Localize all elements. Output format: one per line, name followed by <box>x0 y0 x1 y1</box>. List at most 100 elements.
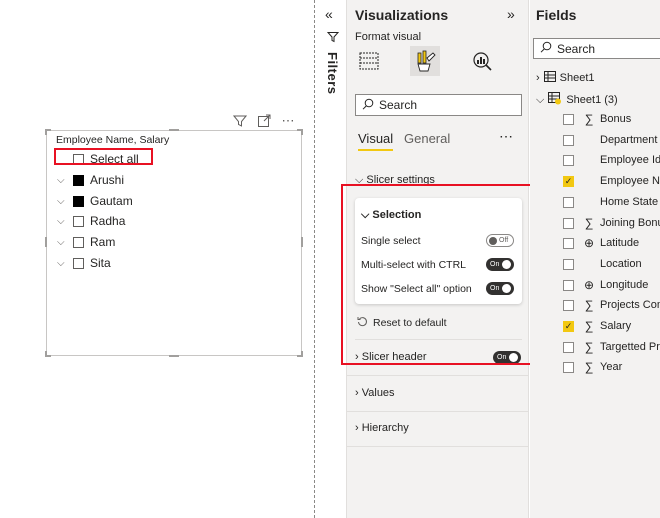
field-checkbox[interactable] <box>563 217 574 229</box>
checkbox[interactable] <box>73 236 84 248</box>
field-item[interactable]: ∑ Projects Comp <box>563 296 660 314</box>
field-label: Joining Bonus <box>600 217 660 229</box>
resize-handle[interactable] <box>169 129 179 131</box>
sigma-icon: ∑ <box>584 319 594 333</box>
resize-handle[interactable] <box>169 355 179 357</box>
build-visual-icon[interactable] <box>354 46 384 76</box>
analytics-icon[interactable] <box>467 46 497 76</box>
more-options-icon[interactable]: ⋯ <box>499 128 513 145</box>
table-sheet1-3[interactable]: ⌵ Sheet1 (3) <box>536 92 618 108</box>
field-item[interactable]: ∑Location <box>563 255 642 273</box>
sigma-icon: ∑ <box>584 298 594 312</box>
search-placeholder: Search <box>557 41 596 56</box>
checkbox[interactable] <box>73 174 84 186</box>
format-visual-icon[interactable] <box>410 46 440 76</box>
chevron-down-icon[interactable]: ⌵ <box>57 196 73 207</box>
chevron-down-icon: ⌵ <box>536 93 545 106</box>
field-checkbox[interactable] <box>563 237 574 249</box>
globe-icon: ⊕ <box>583 236 595 250</box>
field-checkbox[interactable] <box>563 258 574 270</box>
field-label: Employee Nam <box>600 175 660 187</box>
hierarchy-section[interactable]: › Hierarchy <box>355 422 409 434</box>
field-label: Latitude <box>600 237 640 249</box>
field-item[interactable]: ⊕ Latitude <box>563 234 639 252</box>
slicer-item[interactable]: ⌵ Ram <box>57 233 115 251</box>
field-checkbox[interactable] <box>563 341 574 353</box>
field-item[interactable]: ∑Home State <box>563 193 658 211</box>
filters-pane-label[interactable]: Filters <box>325 52 340 95</box>
checkbox[interactable] <box>73 195 84 207</box>
field-label: Employee Id <box>600 154 660 166</box>
chevron-down-icon[interactable]: ⌵ <box>57 175 73 186</box>
divider <box>347 411 529 412</box>
table-label: Sheet1 (3) <box>566 94 618 106</box>
slicer-item[interactable]: ⌵ Arushi <box>57 171 124 189</box>
resize-handle[interactable] <box>45 129 47 135</box>
sigma-icon: ∑ <box>584 112 594 126</box>
visualizations-search-input[interactable]: Search <box>355 94 522 116</box>
table-label: Sheet1 <box>559 72 595 84</box>
field-item[interactable]: ⊕ Longitude <box>563 276 648 294</box>
focus-mode-icon[interactable] <box>256 113 272 129</box>
chevron-right-icon: › <box>355 422 359 434</box>
field-checkbox[interactable] <box>563 113 574 125</box>
field-label: Year <box>600 361 623 373</box>
slicer-settings-highlight-box <box>341 184 541 365</box>
checkbox[interactable] <box>73 215 84 227</box>
fields-search-input[interactable]: Search <box>533 38 660 59</box>
search-icon <box>540 41 552 56</box>
field-checkbox[interactable] <box>563 134 574 146</box>
field-checkbox[interactable] <box>563 299 574 311</box>
report-canvas: ⋯ Employee Name, Salary Select all ⌵ Arush… <box>0 0 316 518</box>
field-checkbox[interactable] <box>563 196 574 208</box>
slicer-item-label: Arushi <box>90 173 125 187</box>
more-options-icon[interactable]: ⋯ <box>280 113 296 129</box>
field-item[interactable]: ∑ Targetted Proj <box>563 338 660 356</box>
globe-icon: ⊕ <box>583 278 595 292</box>
fields-pane: Fields Search › Sheet1 ⌵ Sheet1 (3) ∑ Bon… <box>530 0 660 518</box>
slicer-item[interactable]: ⌵ Radha <box>57 212 125 230</box>
field-item[interactable]: ∑ Year <box>563 358 622 376</box>
field-item[interactable]: ∑Employee Id <box>563 151 660 169</box>
slicer-item-label: Ram <box>90 235 116 249</box>
field-label: Department <box>600 134 658 146</box>
table-sheet1[interactable]: › Sheet1 <box>536 71 595 85</box>
field-item[interactable]: ✓∑Employee Nam <box>563 172 660 190</box>
field-label: Projects Comp <box>600 299 660 311</box>
slicer-item-label: Gautam <box>90 194 133 208</box>
values-section[interactable]: › Values <box>355 387 395 399</box>
resize-handle[interactable] <box>45 237 47 247</box>
field-checkbox[interactable]: ✓ <box>563 175 574 187</box>
resize-handle[interactable] <box>301 351 303 357</box>
sigma-icon: ∑ <box>584 340 594 354</box>
checkbox[interactable] <box>73 257 84 269</box>
expand-icon[interactable]: » <box>507 6 515 22</box>
field-label: Home State <box>600 196 659 208</box>
resize-handle[interactable] <box>45 351 47 357</box>
chevron-down-icon[interactable]: ⌵ <box>57 216 73 227</box>
resize-handle[interactable] <box>301 129 303 135</box>
collapse-icon[interactable]: « <box>325 6 333 22</box>
filter-icon[interactable] <box>232 113 248 129</box>
resize-handle[interactable] <box>301 237 303 247</box>
field-label: Longitude <box>600 279 649 291</box>
field-label: Salary <box>600 320 632 332</box>
slicer-item[interactable]: ⌵ Sita <box>57 254 111 272</box>
field-checkbox[interactable] <box>563 154 574 166</box>
tab-general[interactable]: General <box>404 131 450 146</box>
tab-visual[interactable]: Visual <box>358 131 394 151</box>
divider <box>347 375 529 376</box>
field-checkbox[interactable] <box>563 361 574 373</box>
field-checkbox[interactable]: ✓ <box>563 320 574 332</box>
search-placeholder: Search <box>379 98 418 112</box>
field-item[interactable]: ∑Department <box>563 131 657 149</box>
chevron-down-icon[interactable]: ⌵ <box>57 258 73 269</box>
table-icon <box>548 92 562 108</box>
field-item[interactable]: ✓ ∑ Salary <box>563 317 631 335</box>
slicer-item[interactable]: ⌵ Gautam <box>57 192 133 210</box>
chevron-down-icon[interactable]: ⌵ <box>57 237 73 248</box>
chevron-right-icon: › <box>355 387 359 399</box>
field-item[interactable]: ∑ Joining Bonus <box>563 214 660 232</box>
field-checkbox[interactable] <box>563 279 574 291</box>
field-item[interactable]: ∑ Bonus <box>563 110 631 128</box>
